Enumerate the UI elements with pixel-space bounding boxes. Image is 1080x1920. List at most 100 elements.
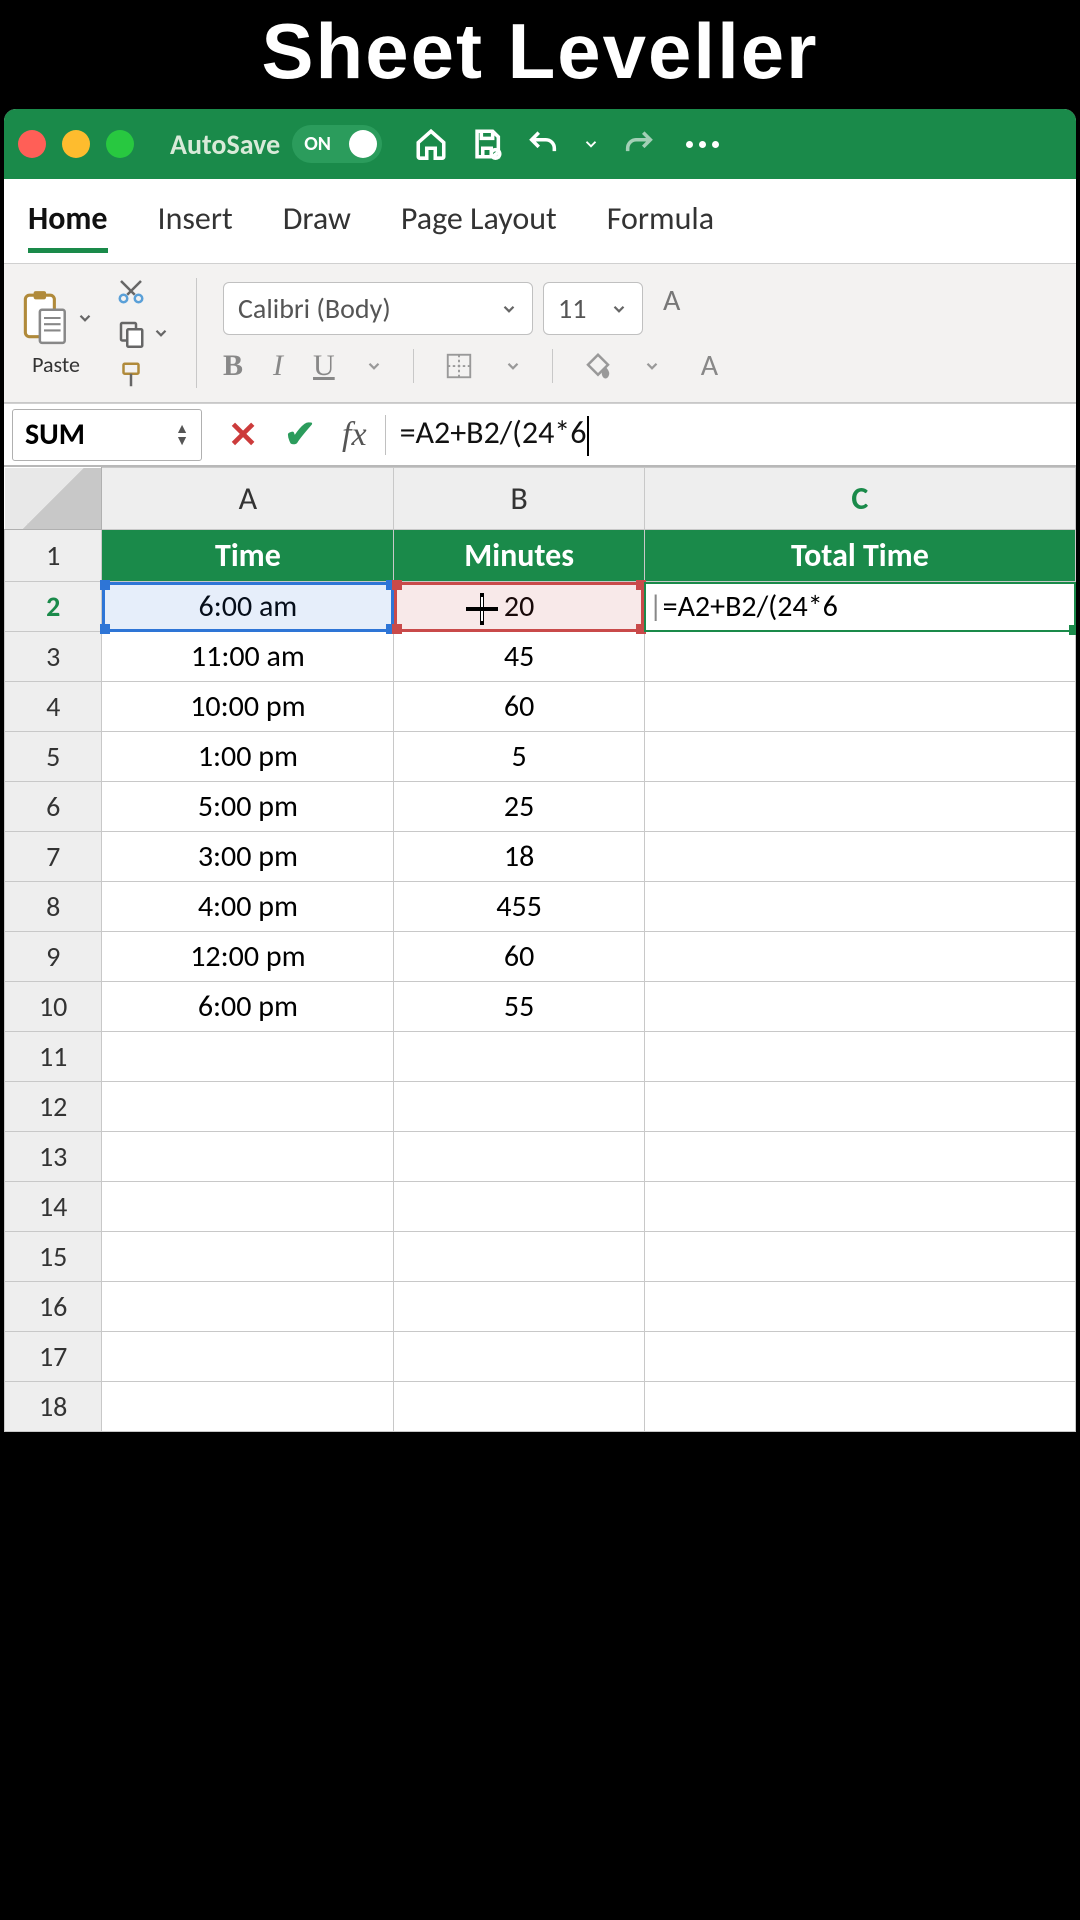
maximize-window-button[interactable] bbox=[106, 130, 134, 158]
tab-insert[interactable]: Insert bbox=[158, 199, 233, 253]
cell[interactable] bbox=[644, 882, 1075, 932]
select-all-corner[interactable] bbox=[5, 468, 102, 530]
cell[interactable] bbox=[394, 1032, 644, 1082]
cell[interactable]: 12:00 pm bbox=[102, 932, 394, 982]
font-name-select[interactable]: Calibri (Body) bbox=[223, 282, 533, 335]
cell[interactable] bbox=[644, 1032, 1075, 1082]
cell[interactable] bbox=[102, 1132, 394, 1182]
cell[interactable]: 3:00 pm bbox=[102, 832, 394, 882]
fx-icon[interactable]: fx bbox=[342, 416, 367, 454]
cell[interactable]: 4:00 pm bbox=[102, 882, 394, 932]
cell[interactable] bbox=[394, 1282, 644, 1332]
cell[interactable]: 455 bbox=[394, 882, 644, 932]
column-header-a[interactable]: A bbox=[102, 468, 394, 530]
cell[interactable]: 6:00 pm bbox=[102, 982, 394, 1032]
tab-page-layout[interactable]: Page Layout bbox=[401, 199, 557, 253]
autosave-toggle[interactable]: ON bbox=[292, 125, 382, 163]
header-cell-total-time[interactable]: Total Time bbox=[644, 530, 1075, 582]
cell[interactable]: 5:00 pm bbox=[102, 782, 394, 832]
cell[interactable] bbox=[644, 1232, 1075, 1282]
cell[interactable] bbox=[644, 732, 1075, 782]
cell[interactable]: 60 bbox=[394, 682, 644, 732]
more-icon[interactable] bbox=[686, 141, 719, 148]
save-icon[interactable] bbox=[470, 127, 504, 161]
row-header[interactable]: 14 bbox=[5, 1182, 102, 1232]
row-header[interactable]: 5 bbox=[5, 732, 102, 782]
home-icon[interactable] bbox=[414, 127, 448, 161]
cell[interactable]: 45 bbox=[394, 632, 644, 682]
cell-a2[interactable]: 6:00 am bbox=[102, 582, 394, 632]
row-header[interactable]: 18 bbox=[5, 1382, 102, 1432]
paste-dropdown-icon[interactable] bbox=[76, 309, 94, 327]
cell[interactable] bbox=[644, 1082, 1075, 1132]
column-header-c[interactable]: C bbox=[644, 468, 1075, 530]
cell[interactable] bbox=[644, 1332, 1075, 1382]
cell[interactable] bbox=[644, 1132, 1075, 1182]
increase-font-icon[interactable]: A bbox=[663, 282, 680, 335]
bold-button[interactable]: B bbox=[223, 349, 243, 383]
name-box-arrows-icon[interactable]: ▲▼ bbox=[175, 423, 189, 447]
cell[interactable] bbox=[644, 1382, 1075, 1432]
cell[interactable] bbox=[102, 1232, 394, 1282]
cell[interactable] bbox=[394, 1082, 644, 1132]
cell[interactable] bbox=[644, 782, 1075, 832]
cell[interactable] bbox=[644, 632, 1075, 682]
font-size-select[interactable]: 11 bbox=[543, 282, 643, 335]
row-header[interactable]: 17 bbox=[5, 1332, 102, 1382]
cell-b2[interactable]: 20 bbox=[394, 582, 644, 632]
row-header[interactable]: 11 bbox=[5, 1032, 102, 1082]
cell[interactable] bbox=[394, 1132, 644, 1182]
row-header[interactable]: 16 bbox=[5, 1282, 102, 1332]
cell[interactable] bbox=[394, 1232, 644, 1282]
cell[interactable] bbox=[102, 1032, 394, 1082]
borders-icon[interactable] bbox=[444, 351, 474, 381]
row-header[interactable]: 9 bbox=[5, 932, 102, 982]
cell[interactable]: 60 bbox=[394, 932, 644, 982]
row-header[interactable]: 4 bbox=[5, 682, 102, 732]
fill-color-icon[interactable] bbox=[583, 351, 613, 381]
copy-dropdown-icon[interactable] bbox=[152, 324, 170, 342]
accept-formula-button[interactable]: ✔ bbox=[284, 412, 316, 458]
row-header[interactable]: 12 bbox=[5, 1082, 102, 1132]
cell[interactable] bbox=[102, 1382, 394, 1432]
header-cell-minutes[interactable]: Minutes bbox=[394, 530, 644, 582]
name-box[interactable]: SUM ▲▼ bbox=[12, 409, 202, 461]
spreadsheet-grid[interactable]: A B C 1 Time Minutes Total Time 2 6:00 a… bbox=[4, 467, 1076, 1432]
row-header[interactable]: 3 bbox=[5, 632, 102, 682]
cell[interactable]: 25 bbox=[394, 782, 644, 832]
minimize-window-button[interactable] bbox=[62, 130, 90, 158]
cell[interactable] bbox=[102, 1082, 394, 1132]
row-header[interactable]: 13 bbox=[5, 1132, 102, 1182]
cell-c2-editing[interactable]: |=A2+B2/(24*6 bbox=[644, 582, 1075, 632]
chevron-down-icon[interactable] bbox=[582, 135, 600, 153]
row-header[interactable]: 6 bbox=[5, 782, 102, 832]
cell[interactable]: 1:00 pm bbox=[102, 732, 394, 782]
copy-icon[interactable] bbox=[116, 318, 146, 348]
italic-button[interactable]: I bbox=[273, 349, 283, 383]
cut-icon[interactable] bbox=[116, 276, 146, 306]
cell[interactable]: 5 bbox=[394, 732, 644, 782]
cell[interactable] bbox=[102, 1332, 394, 1382]
tab-home[interactable]: Home bbox=[28, 199, 108, 253]
formula-input[interactable]: =A2+B2/(24*6 bbox=[400, 413, 590, 455]
redo-icon[interactable] bbox=[622, 127, 656, 161]
chevron-down-icon[interactable] bbox=[365, 357, 383, 375]
row-header[interactable]: 8 bbox=[5, 882, 102, 932]
cell[interactable] bbox=[644, 682, 1075, 732]
cell[interactable] bbox=[102, 1282, 394, 1332]
underline-button[interactable]: U bbox=[313, 349, 335, 383]
cell[interactable] bbox=[394, 1382, 644, 1432]
close-window-button[interactable] bbox=[18, 130, 46, 158]
cell[interactable]: 18 bbox=[394, 832, 644, 882]
cell[interactable]: 55 bbox=[394, 982, 644, 1032]
cell[interactable] bbox=[644, 832, 1075, 882]
chevron-down-icon[interactable] bbox=[643, 357, 661, 375]
cell[interactable]: 11:00 am bbox=[102, 632, 394, 682]
tab-draw[interactable]: Draw bbox=[283, 199, 351, 253]
cancel-formula-button[interactable]: ✕ bbox=[228, 413, 258, 457]
font-color-icon[interactable]: A bbox=[701, 347, 718, 384]
row-header[interactable]: 10 bbox=[5, 982, 102, 1032]
cell[interactable] bbox=[394, 1332, 644, 1382]
column-header-b[interactable]: B bbox=[394, 468, 644, 530]
header-cell-time[interactable]: Time bbox=[102, 530, 394, 582]
